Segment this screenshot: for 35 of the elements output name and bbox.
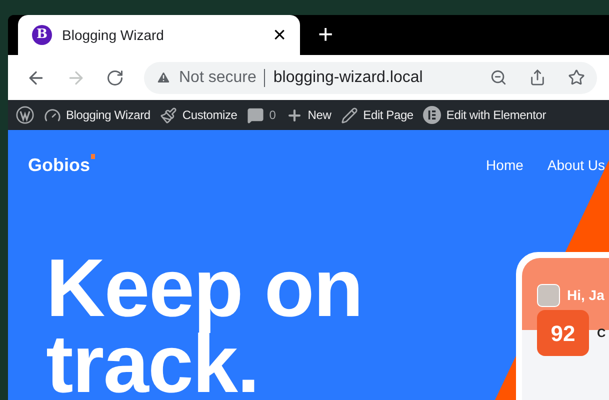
security-label: Not secure [179, 68, 256, 88]
close-tab-button[interactable]: × [273, 24, 286, 46]
star-icon[interactable] [568, 69, 585, 86]
admin-bar-link[interactable]: Customize [160, 106, 238, 124]
address-bar[interactable]: Not secure blogging-wizard.local [144, 62, 597, 94]
warning-icon [156, 70, 171, 85]
brush-icon [160, 106, 178, 124]
elementor-icon [423, 106, 442, 124]
plus-icon [286, 106, 303, 124]
comment-icon [247, 106, 264, 124]
site-logo[interactable]: Gobios [28, 152, 90, 179]
admin-bar-link[interactable]: 0 [247, 106, 276, 124]
admin-bar-link[interactable]: Edit Page [341, 106, 414, 124]
site-favicon: B [32, 25, 52, 45]
card-title: C [597, 325, 606, 342]
url-text: blogging-wizard.local [273, 68, 424, 88]
share-icon[interactable] [529, 69, 546, 86]
reload-icon[interactable] [106, 68, 124, 86]
new-tab-button[interactable]: + [318, 21, 334, 47]
pencil-icon [341, 106, 358, 124]
dashboard-icon [44, 106, 61, 124]
admin-bar-link[interactable]: New [286, 106, 332, 124]
wordpress-logo-icon[interactable] [16, 106, 34, 124]
zoom-out-icon[interactable] [490, 69, 507, 86]
admin-bar-link[interactable]: Edit with Elementor [423, 106, 546, 124]
tab-title: Blogging Wizard [62, 26, 165, 45]
score-badge: 92 [537, 310, 589, 356]
nav-link[interactable]: Home [486, 155, 524, 176]
hero-heading: Keep on track. [46, 251, 364, 400]
logo-accent-icon [91, 154, 95, 159]
admin-bar-link[interactable]: Blogging Wizard [44, 106, 150, 124]
browser-tab[interactable]: B Blogging Wizard × [18, 15, 300, 55]
greeting-text: Hi, Ja [567, 286, 604, 304]
nav-link[interactable]: About Us [547, 155, 605, 176]
avatar-placeholder [537, 284, 560, 306]
